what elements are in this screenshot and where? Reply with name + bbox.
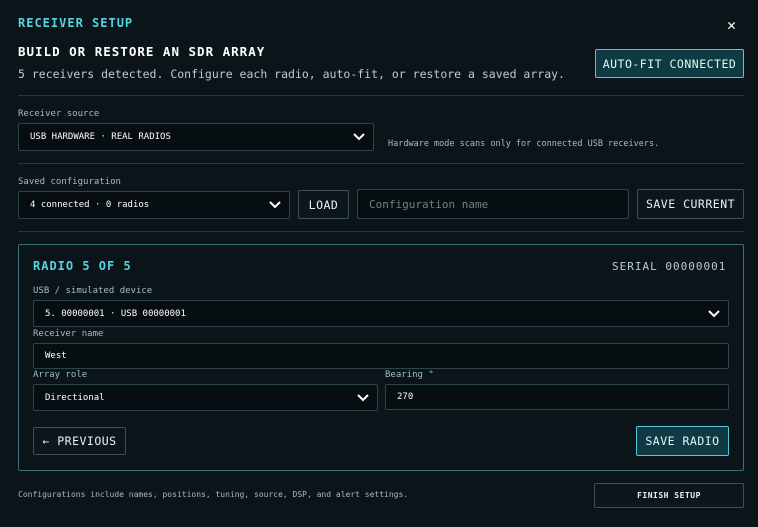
receiver-source-note: Hardware mode scans only for connected U… [388, 139, 660, 149]
dialog-heading: BUILD OR RESTORE AN SDR ARRAY [18, 44, 266, 59]
bearing-label: Bearing ° [385, 370, 434, 380]
dialog-title: RECEIVER SETUP [18, 16, 134, 30]
receiver-source-label: Receiver source [18, 109, 100, 119]
receiver-name-input[interactable]: West [33, 343, 729, 369]
divider [18, 231, 744, 232]
device-label: USB / simulated device [33, 286, 153, 296]
save-radio-button[interactable]: SAVE RADIO [636, 426, 729, 456]
chevron-down-icon [349, 130, 369, 144]
save-current-button[interactable]: SAVE CURRENT [637, 189, 744, 219]
finish-setup-button[interactable]: FINISH SETUP [594, 483, 744, 508]
device-value: 5. 00000001 · USB 00000001 [45, 308, 186, 319]
radio-title: RADIO 5 OF 5 [33, 259, 132, 273]
bearing-input[interactable]: 270 [385, 384, 729, 410]
array-role-value: Directional [45, 392, 105, 403]
array-role-select[interactable]: Directional [33, 384, 378, 411]
array-role-label: Array role [33, 370, 88, 380]
divider [18, 95, 744, 96]
chevron-down-icon [353, 391, 373, 405]
radio-serial: SERIAL 00000001 [612, 260, 727, 273]
receiver-source-select[interactable]: USB HARDWARE · REAL RADIOS [18, 123, 374, 151]
dialog-description: 5 receivers detected. Configure each rad… [18, 67, 565, 81]
close-icon[interactable]: ✕ [727, 16, 736, 34]
device-select[interactable]: 5. 00000001 · USB 00000001 [33, 300, 729, 327]
configuration-name-input[interactable]: Configuration name [357, 189, 629, 219]
receiver-name-value: West [45, 351, 67, 361]
saved-configuration-select[interactable]: 4 connected · 0 radios [18, 191, 290, 219]
auto-fit-connected-button[interactable]: AUTO-FIT CONNECTED [595, 49, 744, 78]
load-button[interactable]: LOAD [298, 190, 349, 219]
receiver-source-value: USB HARDWARE · REAL RADIOS [30, 132, 171, 142]
divider [18, 163, 744, 164]
footer-note: Configurations include names, positions,… [18, 490, 409, 499]
previous-button[interactable]: ← PREVIOUS [33, 427, 126, 455]
chevron-down-icon [704, 307, 724, 321]
saved-configuration-label: Saved configuration [18, 177, 121, 187]
configuration-name-placeholder: Configuration name [369, 197, 489, 211]
chevron-down-icon [265, 198, 285, 212]
saved-configuration-value: 4 connected · 0 radios [30, 200, 150, 210]
receiver-name-label: Receiver name [33, 329, 104, 339]
bearing-value: 270 [397, 392, 414, 402]
